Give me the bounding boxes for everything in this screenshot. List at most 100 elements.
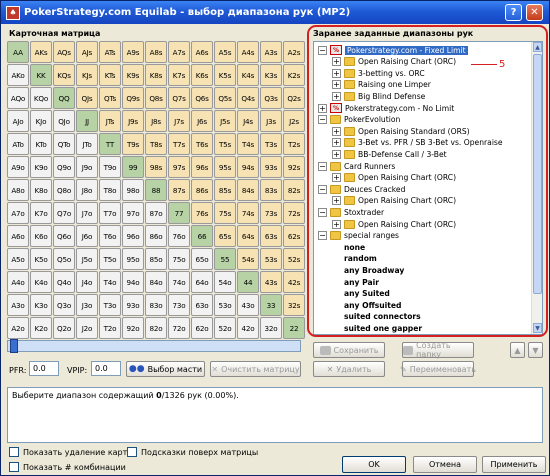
matrix-cell[interactable]: 83o <box>145 294 167 316</box>
matrix-cell[interactable]: 72o <box>168 317 190 339</box>
expand-icon[interactable]: + <box>332 126 341 136</box>
matrix-cell[interactable]: A4o <box>7 271 29 293</box>
new-folder-button[interactable]: Создать папку <box>402 341 474 359</box>
matrix-cell[interactable]: 77 <box>168 202 190 224</box>
tree-item[interactable]: + Open Raising Chart (ORC) <box>332 172 456 184</box>
expand-icon[interactable]: + <box>332 91 341 101</box>
close-button[interactable]: ✕ <box>526 4 543 21</box>
checkbox-box[interactable] <box>9 447 19 457</box>
matrix-cell[interactable]: KTs <box>99 64 121 86</box>
matrix-cell[interactable]: 52o <box>214 317 236 339</box>
matrix-cell[interactable]: 54s <box>237 248 259 270</box>
matrix-cell[interactable]: K5o <box>30 248 52 270</box>
matrix-cell[interactable]: Q8s <box>145 87 167 109</box>
tree-item[interactable]: suited one gapper <box>344 322 422 334</box>
matrix-cell[interactable]: 88 <box>145 179 167 201</box>
tree-item[interactable]: +% Pokerstrategy.com - No Limit <box>318 102 454 114</box>
matrix-cell[interactable]: K2o <box>30 317 52 339</box>
matrix-cell[interactable]: 65s <box>214 225 236 247</box>
matrix-cell[interactable]: AQo <box>7 87 29 109</box>
clear-matrix-button[interactable]: ✕ Очистить матрицу <box>210 361 301 377</box>
matrix-cell[interactable]: A8s <box>145 41 167 63</box>
delete-button[interactable]: ✕ Удалить <box>313 361 385 377</box>
matrix-cell[interactable]: Q4o <box>53 271 75 293</box>
matrix-cell[interactable]: K6s <box>191 64 213 86</box>
matrix-cell[interactable]: A6o <box>7 225 29 247</box>
matrix-cell[interactable]: 98s <box>145 156 167 178</box>
matrix-cell[interactable]: T6o <box>99 225 121 247</box>
matrix-cell[interactable]: ATo <box>7 133 29 155</box>
matrix-cell[interactable]: KK <box>30 64 52 86</box>
matrix-cell[interactable]: K7o <box>30 202 52 224</box>
collapse-icon[interactable]: − <box>318 161 327 171</box>
scroll-down-icon[interactable]: ▼ <box>533 323 542 333</box>
matrix-cell[interactable]: T8s <box>145 133 167 155</box>
matrix-cell[interactable]: T7o <box>99 202 121 224</box>
tree-item[interactable]: any Broadway <box>344 264 404 276</box>
matrix-cell[interactable]: J2s <box>283 110 305 132</box>
expand-icon[interactable]: + <box>332 138 341 148</box>
matrix-cell[interactable]: KJs <box>76 64 98 86</box>
matrix-cell[interactable]: 84s <box>237 179 259 201</box>
expand-icon[interactable]: + <box>332 149 341 159</box>
matrix-cell[interactable]: 73o <box>168 294 190 316</box>
matrix-cell[interactable]: J7s <box>168 110 190 132</box>
matrix-cell[interactable]: 97s <box>168 156 190 178</box>
matrix-cell[interactable]: 93s <box>260 156 282 178</box>
matrix-cell[interactable]: T4o <box>99 271 121 293</box>
matrix-cell[interactable]: AKo <box>7 64 29 86</box>
tree-item[interactable]: any Offsuited <box>344 299 401 311</box>
ok-button[interactable]: OK <box>342 456 406 473</box>
matrix-cell[interactable]: 75o <box>168 248 190 270</box>
matrix-cell[interactable]: 53s <box>260 248 282 270</box>
matrix-cell[interactable]: Q3o <box>53 294 75 316</box>
matrix-cell[interactable]: 92s <box>283 156 305 178</box>
matrix-cell[interactable]: 96s <box>191 156 213 178</box>
tree-item[interactable]: any Pair <box>344 276 379 288</box>
matrix-cell[interactable]: 63s <box>260 225 282 247</box>
matrix-cell[interactable]: K5s <box>214 64 236 86</box>
matrix-cell[interactable]: TT <box>99 133 121 155</box>
matrix-cell[interactable]: A2s <box>283 41 305 63</box>
matrix-cell[interactable]: Q6s <box>191 87 213 109</box>
tree-item[interactable]: + Open Raising Chart (ORC) <box>332 56 456 68</box>
matrix-cell[interactable]: T2o <box>99 317 121 339</box>
move-down-button[interactable]: ▼ <box>528 342 543 358</box>
matrix-cell[interactable]: Q3s <box>260 87 282 109</box>
matrix-cell[interactable]: K6o <box>30 225 52 247</box>
matrix-cell[interactable]: QQ <box>53 87 75 109</box>
matrix-cell[interactable]: QTo <box>53 133 75 155</box>
matrix-cell[interactable]: A5o <box>7 248 29 270</box>
matrix-cell[interactable]: Q7o <box>53 202 75 224</box>
tree-scrollbar[interactable]: ▲ ▼ <box>531 42 542 334</box>
matrix-cell[interactable]: A5s <box>214 41 236 63</box>
matrix-cell[interactable]: AJs <box>76 41 98 63</box>
matrix-cell[interactable]: J9s <box>122 110 144 132</box>
range-slider[interactable] <box>7 339 301 353</box>
matrix-cell[interactable]: 82s <box>283 179 305 201</box>
help-button[interactable]: ? <box>505 4 522 21</box>
matrix-cell[interactable]: J8s <box>145 110 167 132</box>
matrix-cell[interactable]: K3s <box>260 64 282 86</box>
matrix-cell[interactable]: K3o <box>30 294 52 316</box>
tree-item[interactable]: random <box>344 253 377 265</box>
matrix-cell[interactable]: A2o <box>7 317 29 339</box>
matrix-cell[interactable]: 86o <box>145 225 167 247</box>
matrix-cell[interactable]: KQo <box>30 87 52 109</box>
expand-icon[interactable]: + <box>332 173 341 183</box>
matrix-cell[interactable]: 94o <box>122 271 144 293</box>
tree-item[interactable]: + Open Raising Standard (ORS) <box>332 125 470 137</box>
matrix-cell[interactable]: 82o <box>145 317 167 339</box>
matrix-cell[interactable]: 74o <box>168 271 190 293</box>
matrix-cell[interactable]: 87s <box>168 179 190 201</box>
matrix-cell[interactable]: Q2o <box>53 317 75 339</box>
matrix-cell[interactable]: J6o <box>76 225 98 247</box>
matrix-cell[interactable]: QJo <box>53 110 75 132</box>
matrix-cell[interactable]: 43s <box>260 271 282 293</box>
matrix-cell[interactable]: 75s <box>214 202 236 224</box>
tooltips-checkbox[interactable]: Подсказки поверх матрицы <box>127 447 258 457</box>
move-up-button[interactable]: ▲ <box>510 342 525 358</box>
matrix-cell[interactable]: Q4s <box>237 87 259 109</box>
matrix-cell[interactable]: 92o <box>122 317 144 339</box>
matrix-cell[interactable]: 42o <box>237 317 259 339</box>
